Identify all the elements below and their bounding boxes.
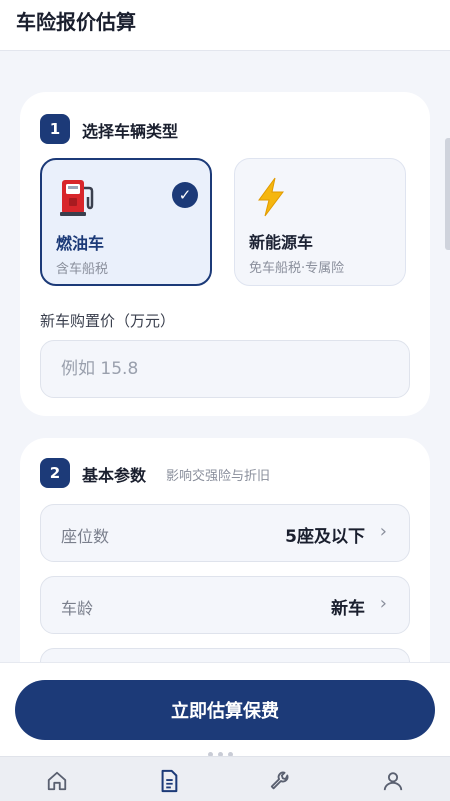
option-fuel-car[interactable]: ✓ 燃油车 含车船税 [40,158,212,286]
section-subtitle: 影响交强险与折旧 [166,469,271,484]
user-icon [383,772,403,791]
row-label: 座位数 [61,527,110,546]
step-number-badge: 1 [40,114,70,144]
seat-count-selector[interactable]: 座位数 5座及以下 › [40,504,410,562]
gas-pump-icon [60,180,94,216]
option-ev-car[interactable]: 新能源车 免车船税·专属险 [234,158,406,286]
chevron-right-icon: › [379,521,387,542]
option-name: 新能源车 [249,233,314,252]
page-title: 车险报价估算 [16,10,136,34]
price-label: 新车购置价（万元） [40,312,176,330]
scrollbar[interactable] [445,138,450,250]
row-label: 车龄 [61,599,94,618]
lightning-icon [258,177,284,217]
bottom-tab-bar [0,756,450,801]
tab-home[interactable] [42,767,72,795]
wrench-icon [270,771,289,790]
step-number-badge: 2 [40,458,70,488]
tab-quote[interactable] [154,767,184,795]
home-icon [47,771,67,791]
vehicle-age-selector[interactable]: 车龄 新车 › [40,576,410,634]
app-header: 车险报价估算 [0,0,450,51]
chevron-right-icon: › [379,593,387,614]
row-value: 5座及以下 [285,527,365,547]
selected-check-icon: ✓ [172,182,198,208]
vehicle-type-card: 1 选择车辆类型 ✓ 燃油车 含车船税 新能源车 免车船税·专属险 新车购置价（… [20,92,430,416]
price-input[interactable] [40,340,410,398]
option-name: 燃油车 [56,234,105,253]
option-desc: 含车船税 [56,262,109,277]
document-icon [161,769,178,793]
estimate-premium-button[interactable]: 立即估算保费 [15,680,435,740]
option-desc: 免车船税·专属险 [249,261,345,276]
section-title: 选择车辆类型 [82,122,179,141]
tab-service[interactable] [265,767,295,795]
section-title: 基本参数 [82,466,147,485]
row-value: 新车 [331,599,365,619]
tab-profile[interactable] [378,767,408,795]
